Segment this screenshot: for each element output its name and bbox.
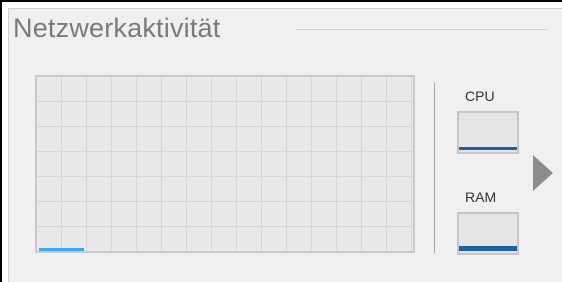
title-divider [295, 29, 548, 30]
ram-meter[interactable] [457, 212, 519, 255]
ram-meter-fill [459, 246, 517, 251]
cpu-meter-fill [459, 147, 517, 150]
cpu-meter[interactable] [457, 111, 519, 154]
network-activity-bar [39, 248, 84, 251]
vertical-divider [434, 82, 435, 253]
expand-arrow-icon[interactable] [533, 155, 553, 191]
cpu-label: CPU [465, 88, 495, 104]
panel-title: Netzwerkaktivität [13, 13, 221, 43]
network-activity-graph [35, 75, 415, 253]
ram-label: RAM [465, 189, 497, 205]
